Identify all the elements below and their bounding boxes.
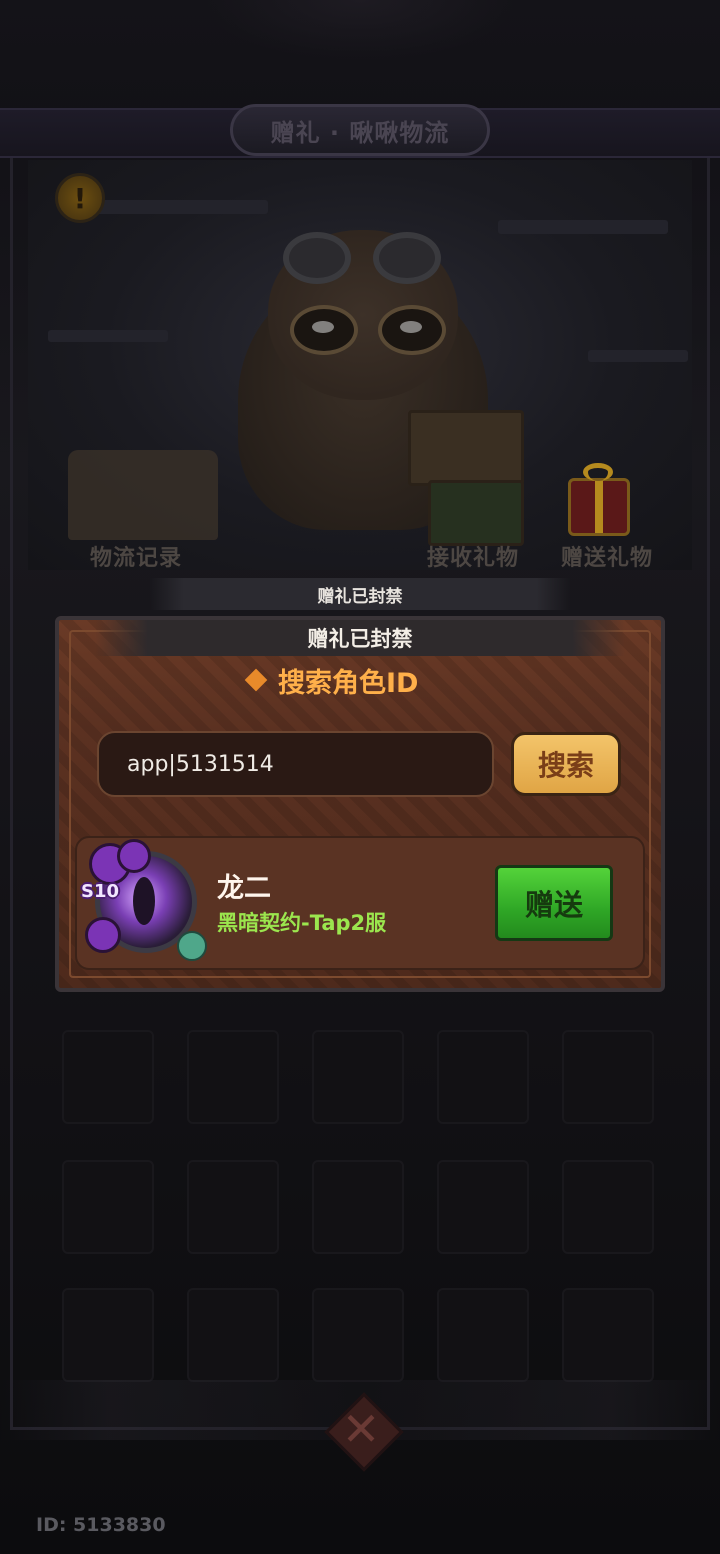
goggle-icon [283, 232, 351, 284]
logbook-icon [68, 450, 218, 540]
top-ornament [200, 0, 520, 60]
player-name: 龙二 [217, 873, 271, 904]
avatar-eye [133, 877, 155, 925]
player-server: 黑暗契约-Tap2服 [217, 911, 387, 935]
user-id-label: ID: 5133830 [36, 1514, 166, 1536]
grid-cell [562, 1030, 654, 1124]
tentacle-icon [85, 917, 121, 953]
grid-cell [312, 1030, 404, 1124]
close-button[interactable]: ✕ [324, 1392, 404, 1472]
gift-screen: 赠礼 · 啾啾物流 ! 物流记录 接收礼物 赠送礼物 赠礼已封禁 赠礼已封禁 搜… [0, 0, 720, 1554]
shelf [588, 350, 688, 362]
receive-gift-button[interactable]: 接收礼物 [427, 540, 519, 572]
grid-cell [562, 1288, 654, 1382]
grid-cell [187, 1160, 279, 1254]
alert-glyph: ! [73, 181, 87, 215]
owl-eye [378, 305, 446, 355]
logistics-record-button[interactable]: 物流记录 [90, 540, 182, 572]
grid-cell [62, 1160, 154, 1254]
grid-cell [437, 1288, 529, 1382]
search-section-title: 搜索角色ID [244, 660, 419, 700]
alert-icon[interactable]: ! [55, 173, 105, 223]
parcel-box [428, 480, 524, 546]
close-icon: ✕ [341, 1402, 381, 1456]
shelf [498, 220, 668, 234]
gift-banned-banner: 赠礼已封禁 [150, 578, 570, 610]
role-id-input[interactable] [97, 731, 494, 797]
owl-eye [290, 305, 358, 355]
grid-cell [62, 1030, 154, 1124]
grid-cell [312, 1160, 404, 1254]
grid-cell [312, 1288, 404, 1382]
grid-cell [562, 1160, 654, 1254]
gift-box-icon[interactable] [568, 463, 630, 536]
shelf [48, 330, 168, 342]
item-grid [62, 1030, 662, 1390]
send-gift-button[interactable]: 赠送礼物 [561, 540, 653, 572]
avatar [85, 839, 207, 961]
gift-button[interactable]: 赠送 [495, 865, 613, 941]
planet-icon [177, 931, 207, 961]
search-button[interactable]: 搜索 [511, 732, 621, 796]
grid-cell [187, 1288, 279, 1382]
grid-cell [437, 1160, 529, 1254]
grid-cell [437, 1030, 529, 1124]
goggle-icon [373, 232, 441, 284]
tentacle-icon [117, 839, 151, 873]
panel-banned-banner: 赠礼已封禁 [95, 620, 625, 656]
level-badge: S10 [81, 881, 120, 902]
search-title-text: 搜索角色ID [278, 667, 419, 699]
parcel-box [408, 410, 524, 486]
page-title: 赠礼 · 啾啾物流 [270, 118, 450, 147]
title-plate: 赠礼 · 啾啾物流 [230, 104, 490, 156]
grid-cell [187, 1030, 279, 1124]
grid-cell [62, 1288, 154, 1382]
diamond-icon [244, 668, 268, 692]
